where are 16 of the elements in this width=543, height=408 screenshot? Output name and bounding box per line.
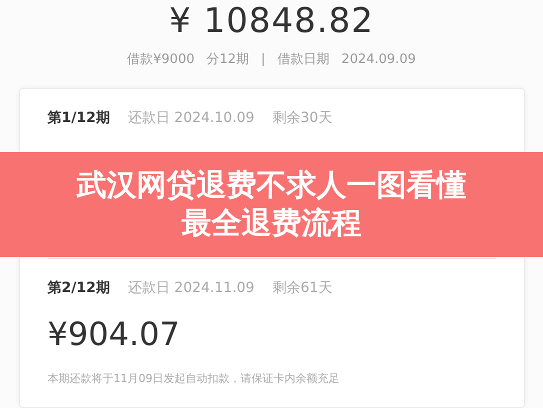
banner-title: 最全退费流程 bbox=[182, 204, 362, 242]
period-number: 第2/12期 bbox=[48, 279, 110, 297]
period-number: 第1/12期 bbox=[48, 109, 110, 127]
loan-date-label: 借款日期 bbox=[277, 51, 330, 68]
separator: | bbox=[261, 52, 266, 66]
total-amount: ¥ 10848.82 bbox=[169, 4, 374, 38]
loan-principal: 借款¥9000 bbox=[127, 51, 194, 68]
period-amount: ¥904.07 bbox=[48, 315, 181, 353]
days-remaining: 剩余30天 bbox=[272, 109, 332, 127]
due-date: 还款日 2024.10.09 bbox=[128, 109, 254, 127]
loan-date: 2024.09.09 bbox=[341, 52, 416, 66]
installment-count: 分12期 bbox=[206, 51, 250, 68]
due-date: 还款日 2024.11.09 bbox=[128, 279, 254, 297]
autopay-note: 本期还款将于11月09日发起自动扣款，请保证卡内余额充足 bbox=[48, 371, 340, 386]
days-remaining: 剩余61天 bbox=[272, 279, 332, 297]
banner-title: 武汉网贷退费不求人一图看懂 bbox=[76, 166, 466, 204]
